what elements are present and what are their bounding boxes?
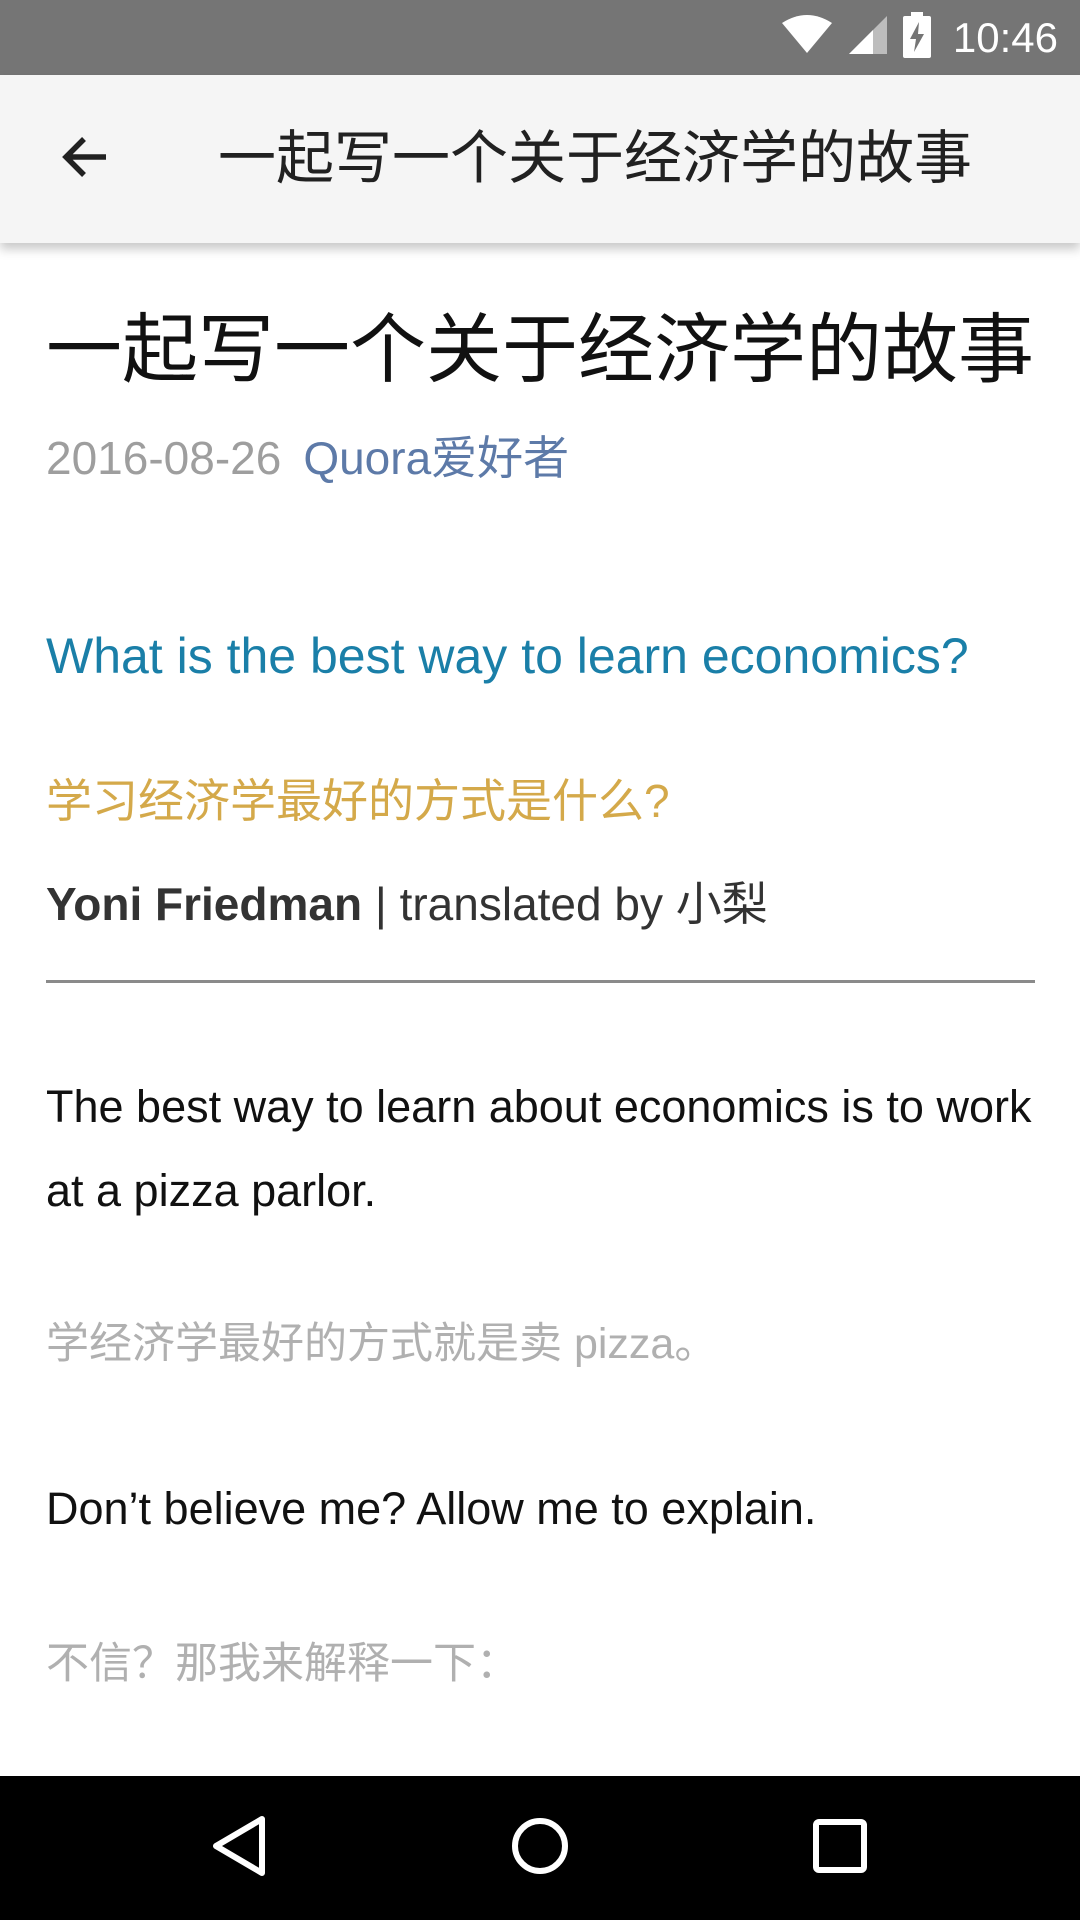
recents-square-icon [812,1818,868,1879]
nav-back-button[interactable] [190,1798,290,1898]
back-button[interactable] [44,119,124,199]
article-meta: 2016-08-26 Quora爱好者 [46,435,569,481]
question-chinese: 学习经济学最好的方式是什么? [46,775,670,827]
back-triangle-icon [210,1814,270,1883]
wifi-icon [781,15,833,60]
status-time: 10:46 [952,13,1058,61]
paragraph-english: Don’t believe me? Allow me to explain. [46,1483,817,1534]
app-bar-title: 一起写一个关于经济学的故事 [218,126,973,191]
author-link[interactable]: Quora爱好者 [303,432,569,484]
question-english: What is the best way to learn economics? [46,628,969,684]
divider [46,980,1035,983]
app-bar: 一起写一个关于经济学的故事 [0,75,1080,243]
status-icons: 10:46 [781,0,1058,75]
byline-translator: | translated by 小梨 [362,878,768,930]
article-content[interactable]: 一起写一个关于经济学的故事 2016-08-26 Quora爱好者 What is… [0,243,1080,1776]
paragraph-chinese: 不信？那我来解释一下： [46,1640,519,1688]
byline-author-name: Yoni Friedman [46,878,363,930]
nav-recents-button[interactable] [790,1798,890,1898]
publish-date: 2016-08-26 [46,432,282,484]
arrow-back-icon [58,131,110,188]
article-title: 一起写一个关于经济学的故事 [46,308,1034,393]
screen: 10:46 一起写一个关于经济学的故事 一起写一个关于经济学的故事 2016-0… [0,0,1080,1920]
byline: Yoni Friedman | translated by 小梨 [46,881,768,927]
status-bar: 10:46 [0,0,1080,75]
cell-signal-icon [847,14,889,61]
battery-charging-icon [902,12,931,63]
home-circle-icon [510,1816,570,1881]
paragraph-english: The best way to learn about economics is… [46,1081,1032,1216]
paragraph-chinese: 学经济学最好的方式就是卖 pizza。 [46,1320,718,1368]
nav-home-button[interactable] [490,1798,590,1898]
navigation-bar [0,1776,1080,1920]
